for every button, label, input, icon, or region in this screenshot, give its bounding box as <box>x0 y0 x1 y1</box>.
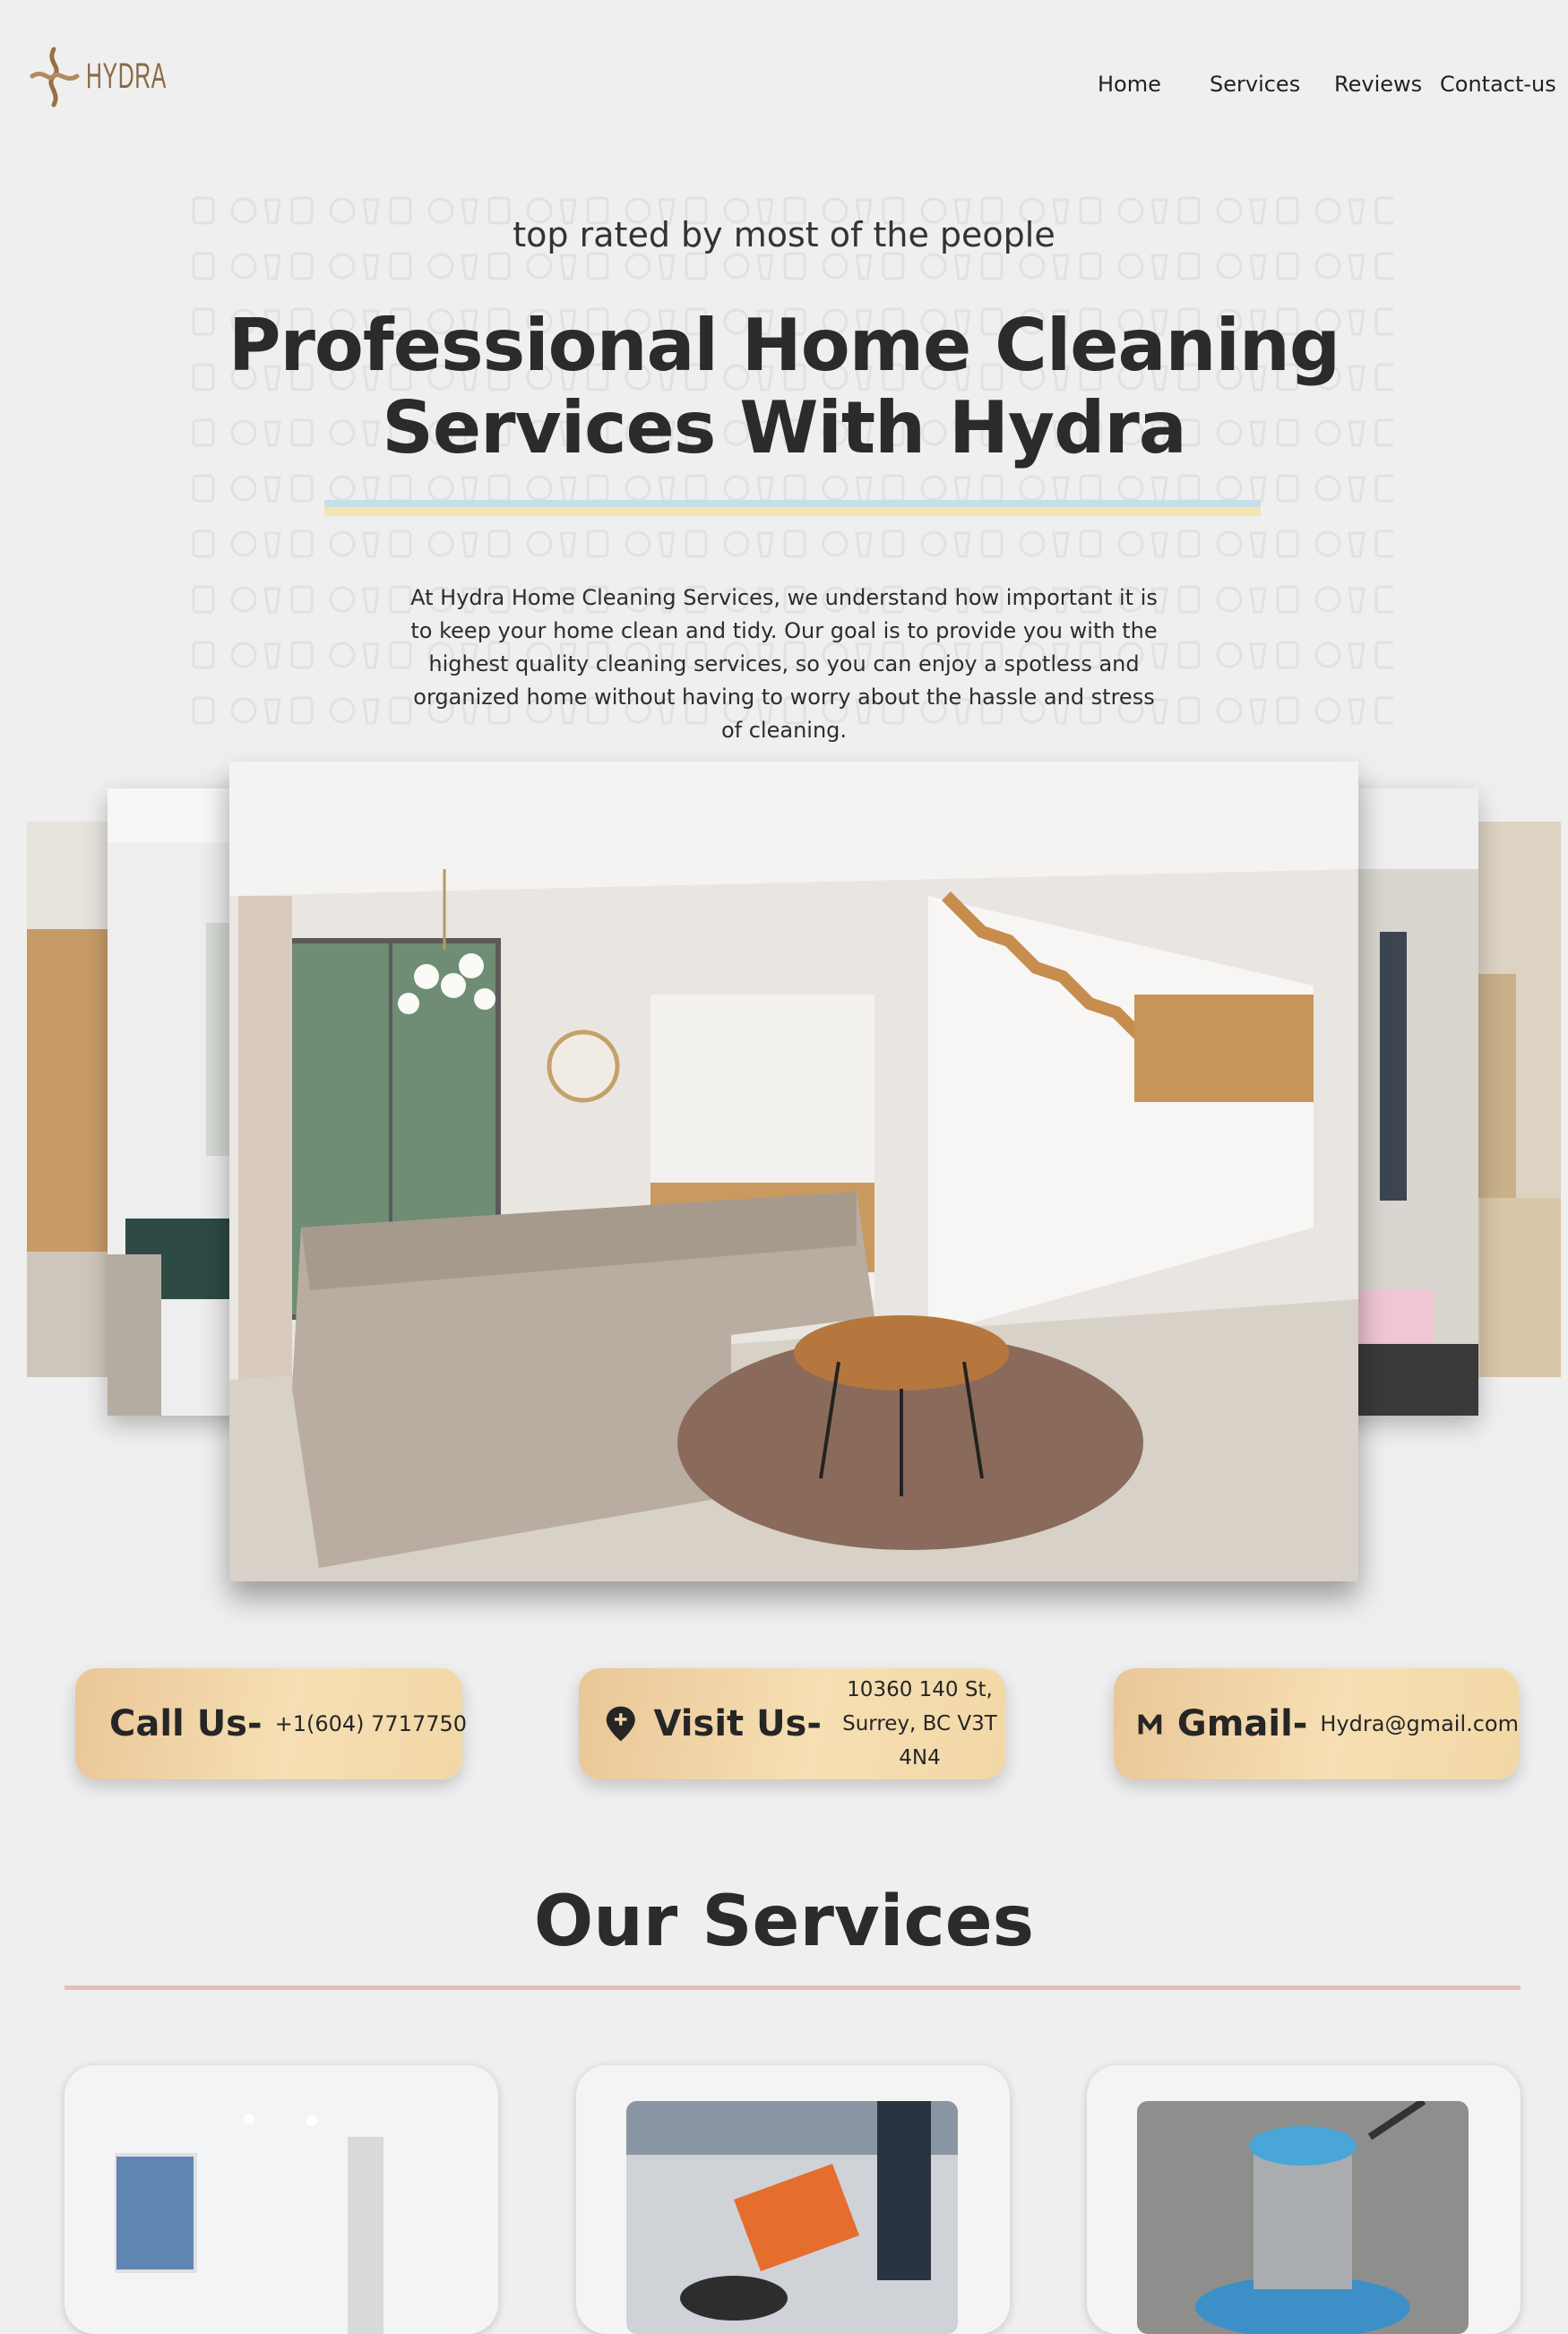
gmail-m-icon <box>1138 1714 1162 1735</box>
address[interactable]: 10360 140 St, Surrey, BC V3T 4N4 <box>834 1673 1005 1775</box>
nav-home[interactable]: Home <box>1098 72 1161 97</box>
address-line-1: 10360 140 St, <box>847 1678 993 1701</box>
image-carousel[interactable] <box>0 757 1568 1599</box>
nav-services[interactable]: Services <box>1210 72 1300 97</box>
call-us-label: Call Us- <box>109 1703 263 1744</box>
service-image-3 <box>1137 2101 1469 2334</box>
visit-us-card[interactable]: Visit Us- 10360 140 St, Surrey, BC V3T 4… <box>579 1668 1005 1779</box>
phone-number[interactable]: +1(604) 7717750 <box>275 1711 467 1736</box>
carousel-slide-main[interactable] <box>229 762 1358 1581</box>
hero-description: At Hydra Home Cleaning Services, we unde… <box>410 585 1158 743</box>
email-address[interactable]: Hydra@gmail.com <box>1320 1711 1519 1736</box>
living-room-image <box>229 762 1358 1581</box>
address-line-2: Surrey, BC V3T 4N4 <box>842 1712 997 1770</box>
title-underline-yellow <box>324 507 1261 516</box>
services-divider <box>65 1985 1521 1990</box>
main-nav: Home Services Reviews Contact-us <box>0 72 1568 108</box>
visit-us-label: Visit Us- <box>653 1703 822 1744</box>
gmail-card[interactable]: Gmail- Hydra@gmail.com <box>1114 1668 1519 1779</box>
location-pin-icon <box>606 1706 635 1742</box>
service-card-3[interactable] <box>1087 2065 1521 2334</box>
nav-reviews[interactable]: Reviews <box>1334 72 1422 97</box>
hero-tagline: top rated by most of the people <box>513 215 1055 254</box>
service-image-2 <box>626 2101 958 2334</box>
call-us-card[interactable]: Call Us- +1(604) 7717750 <box>75 1668 467 1779</box>
service-card-1[interactable] <box>65 2065 498 2334</box>
hero-title-line-2: Services With Hydra <box>382 386 1187 469</box>
title-underline-blue <box>324 500 1261 507</box>
services-title: Our Services <box>533 1882 1035 1962</box>
hero-title-line-1: Professional Home Cleaning <box>228 304 1340 387</box>
service-card-2[interactable] <box>576 2065 1010 2334</box>
service-image-1 <box>115 2101 446 2334</box>
hero-title: Professional Home Cleaning Services With… <box>0 305 1568 469</box>
gmail-label: Gmail- <box>1176 1703 1308 1744</box>
nav-contact-us[interactable]: Contact-us <box>1440 72 1556 97</box>
